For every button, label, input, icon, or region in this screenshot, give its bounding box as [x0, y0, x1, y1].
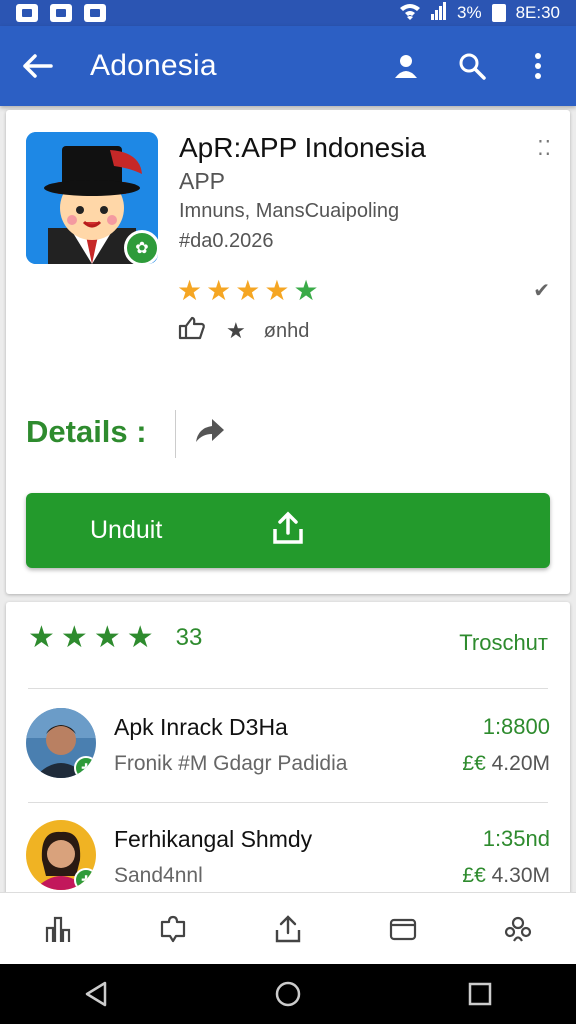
meta-text: ønhd: [263, 319, 310, 342]
search-button[interactable]: [454, 48, 490, 84]
size-value: 4.20M: [491, 752, 550, 775]
more-options-icon[interactable]: ⁚⁚: [537, 136, 552, 161]
download-button[interactable]: Unduit: [26, 493, 550, 568]
triangle-back-icon: [85, 981, 107, 1007]
back-nav-button[interactable]: [76, 974, 116, 1014]
battery-icon: [491, 4, 506, 22]
review-text: Sand4nnl: [114, 864, 203, 887]
system-navigation-bar: [0, 964, 576, 1024]
star-icon: ★: [235, 275, 261, 306]
check-icon: [84, 4, 106, 22]
download-button-label: Unduit: [90, 516, 163, 544]
like-icon[interactable]: [178, 316, 208, 346]
badge-icon: ✚: [74, 868, 96, 890]
more-button[interactable]: [520, 48, 556, 84]
size-value: 4.30M: [491, 864, 550, 887]
battery-percent: 3%: [456, 3, 482, 22]
search-icon: [459, 53, 486, 80]
star-icon: ★: [93, 621, 121, 654]
upload-icon: [275, 914, 301, 942]
account-button[interactable]: [388, 48, 424, 84]
details-link[interactable]: Details :: [26, 414, 147, 450]
page-title: Adonesia: [90, 49, 217, 82]
nav-profile[interactable]: [498, 909, 538, 949]
star-outline-icon: ★: [226, 318, 246, 343]
list-item[interactable]: ✚ Apk Inrack D3Ha Fronik #M Gdagr Padidi…: [26, 708, 550, 788]
review-time: 1:35nd: [482, 826, 550, 851]
review-size: £€ 4.30M: [462, 864, 550, 888]
star-icon: ★: [28, 621, 55, 654]
puzzle-icon: [160, 915, 185, 942]
star-icon: ★: [293, 275, 319, 306]
signal-icon: [430, 1, 447, 25]
reviews-card: ★ ★ ★ ★ 33 Troschuт ✚ Apk Inrack D3Ha Fr…: [6, 602, 570, 902]
image-icon: [50, 4, 72, 22]
nav-wallet[interactable]: [383, 909, 423, 949]
divider: [28, 688, 548, 689]
verified-badge-icon: ✿: [124, 230, 158, 264]
star-icon: ★: [177, 275, 203, 306]
clock: 8E:30: [515, 3, 560, 22]
app-developer[interactable]: Imnuns, MansCuaipoling: [179, 200, 399, 223]
review-time: 1:8800: [482, 714, 550, 739]
upload-icon: [273, 511, 303, 544]
divider: [175, 410, 176, 458]
square-recents-icon: [468, 982, 492, 1006]
bar-chart-icon: [45, 916, 70, 942]
back-button[interactable]: [20, 48, 56, 84]
app-bar: Adonesia: [0, 26, 576, 106]
recents-nav-button[interactable]: [460, 974, 500, 1014]
star-icon: ★: [126, 621, 154, 654]
app-type: APP: [179, 168, 226, 194]
app-rating-stars: ★ ★ ★ ★ ★: [177, 274, 319, 307]
avatar: ✚: [26, 820, 96, 890]
review-author: Apk Inrack D3Ha: [114, 714, 288, 740]
badge-icon: ✚: [74, 756, 96, 778]
currency-glyph: £€: [462, 752, 486, 775]
currency-glyph: £€: [462, 864, 486, 887]
app-icon[interactable]: ✿: [26, 132, 158, 264]
community-icon: [505, 916, 532, 942]
share-button[interactable]: [194, 416, 226, 451]
nav-apps[interactable]: [153, 909, 193, 949]
nav-home[interactable]: [38, 909, 78, 949]
star-icon: ★: [264, 275, 290, 306]
home-nav-button[interactable]: [268, 974, 308, 1014]
list-item[interactable]: ✚ Ferhikangal Shmdy Sand4nnl 1:35nd £€ 4…: [26, 820, 550, 900]
notification-icon: [16, 4, 38, 22]
avatar: ✚: [26, 708, 96, 778]
nav-upload[interactable]: [268, 909, 308, 949]
arrow-left-icon: [23, 54, 53, 78]
app-meta-row: ★ ønhd: [178, 316, 309, 346]
account-icon: [395, 55, 417, 78]
bottom-navigation: [0, 892, 576, 964]
app-name: ApR:APP Indonesia: [179, 132, 426, 163]
notification-icons: [16, 4, 106, 22]
app-info-card: ✿ ApR:APP Indonesia APP Imnuns, MansCuai…: [6, 110, 570, 594]
see-all-link[interactable]: Troschuт: [459, 630, 548, 656]
star-icon: ★: [60, 621, 88, 654]
share-arrow-icon: [196, 419, 224, 442]
circle-home-icon: [275, 981, 301, 1007]
review-author: Ferhikangal Shmdy: [114, 826, 313, 852]
more-vert-icon: [535, 53, 541, 79]
star-icon: ★: [206, 275, 232, 306]
divider: [28, 802, 548, 803]
review-size: £€ 4.20M: [462, 752, 550, 776]
app-date: #da0.2026: [179, 230, 274, 252]
wallet-icon: [390, 918, 417, 940]
review-count: 33: [175, 623, 203, 651]
reviews-rating: ★ ★ ★ ★ 33: [28, 620, 202, 655]
status-bar: 3% 8E:30: [0, 0, 576, 26]
check-icon: ✔: [533, 280, 550, 302]
review-text: Fronik #M Gdagr Padidia: [114, 752, 348, 775]
wifi-icon: [399, 2, 421, 25]
